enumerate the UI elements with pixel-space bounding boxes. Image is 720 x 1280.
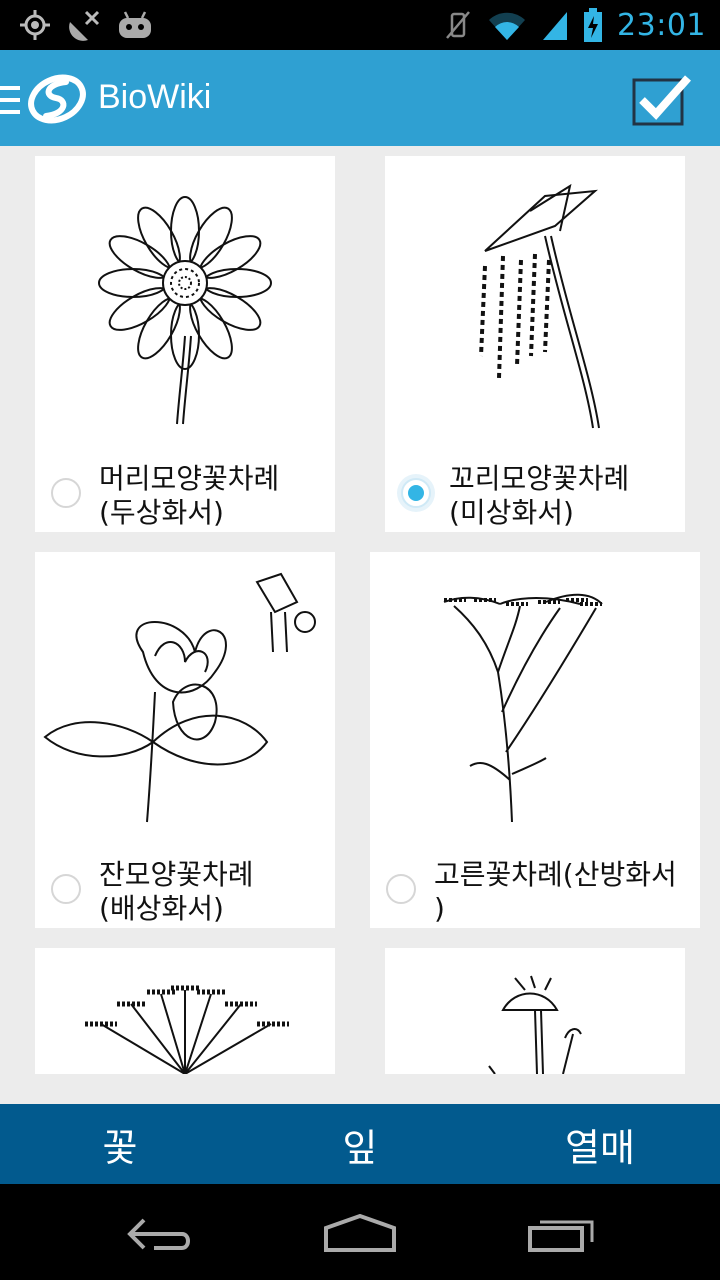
grid-card[interactable] bbox=[35, 948, 335, 1074]
item-label: 잔모양꽃차례 (배상화서) bbox=[99, 858, 254, 925]
system-navigation-bar bbox=[0, 1184, 720, 1280]
cyathium-illustration bbox=[43, 572, 316, 823]
biowiki-logo-icon[interactable] bbox=[26, 72, 88, 126]
menu-icon[interactable] bbox=[0, 86, 20, 114]
item-label: 꼬리모양꽃차례 (미상화서) bbox=[449, 462, 630, 529]
umbel-illustration bbox=[85, 985, 289, 1074]
category-tab-bar: 꽃 잎 열매 bbox=[0, 1104, 720, 1184]
daisy-illustration bbox=[488, 975, 582, 1074]
grid-card[interactable]: 잔모양꽃차례 (배상화서) bbox=[35, 552, 335, 928]
radio-button-selected[interactable] bbox=[401, 478, 431, 508]
tab-flower[interactable]: 꽃 bbox=[0, 1104, 240, 1184]
status-time: 23:01 bbox=[617, 7, 706, 43]
corymb-illustration bbox=[443, 593, 603, 823]
item-label: 머리모양꽃차례 (두상화서) bbox=[99, 462, 280, 529]
radio-button[interactable] bbox=[51, 874, 81, 904]
inflorescence-grid: 머리모양꽃차례 (두상화서) 꼬리모양꽃차례 (미상화서) 잔모양꽃차례 (배상… bbox=[0, 146, 720, 1104]
grid-card[interactable]: 머리모양꽃차례 (두상화서) bbox=[35, 156, 335, 532]
back-icon[interactable] bbox=[124, 1214, 196, 1254]
radio-button[interactable] bbox=[51, 478, 81, 508]
radio-button[interactable] bbox=[386, 874, 416, 904]
app-title: BioWiki bbox=[98, 78, 212, 116]
battery-charging-icon bbox=[584, 8, 603, 42]
home-icon[interactable] bbox=[322, 1214, 398, 1254]
catkin-illustration bbox=[479, 183, 600, 429]
recent-apps-icon[interactable] bbox=[526, 1214, 598, 1254]
item-label: 고른꽃차례(산방화서 ) bbox=[434, 858, 677, 925]
location-icon bbox=[20, 10, 50, 40]
action-bar: BioWiki bbox=[0, 50, 720, 146]
grid-card[interactable] bbox=[385, 948, 685, 1074]
flower-head-illustration bbox=[98, 196, 272, 425]
satellite-icon bbox=[69, 10, 100, 41]
grid-card[interactable]: 꼬리모양꽃차례 (미상화서) bbox=[385, 156, 685, 532]
tab-fruit[interactable]: 열매 bbox=[480, 1104, 720, 1184]
tab-leaf[interactable]: 잎 bbox=[240, 1104, 480, 1184]
wifi-icon bbox=[489, 12, 526, 41]
android-debug-icon bbox=[119, 11, 151, 38]
grid-card[interactable]: 고른꽃차례(산방화서 ) bbox=[370, 552, 700, 928]
mute-icon bbox=[446, 11, 470, 39]
checkbox-checked-icon[interactable] bbox=[632, 72, 692, 128]
status-bar: 23:01 bbox=[0, 0, 720, 50]
signal-icon bbox=[543, 12, 568, 40]
